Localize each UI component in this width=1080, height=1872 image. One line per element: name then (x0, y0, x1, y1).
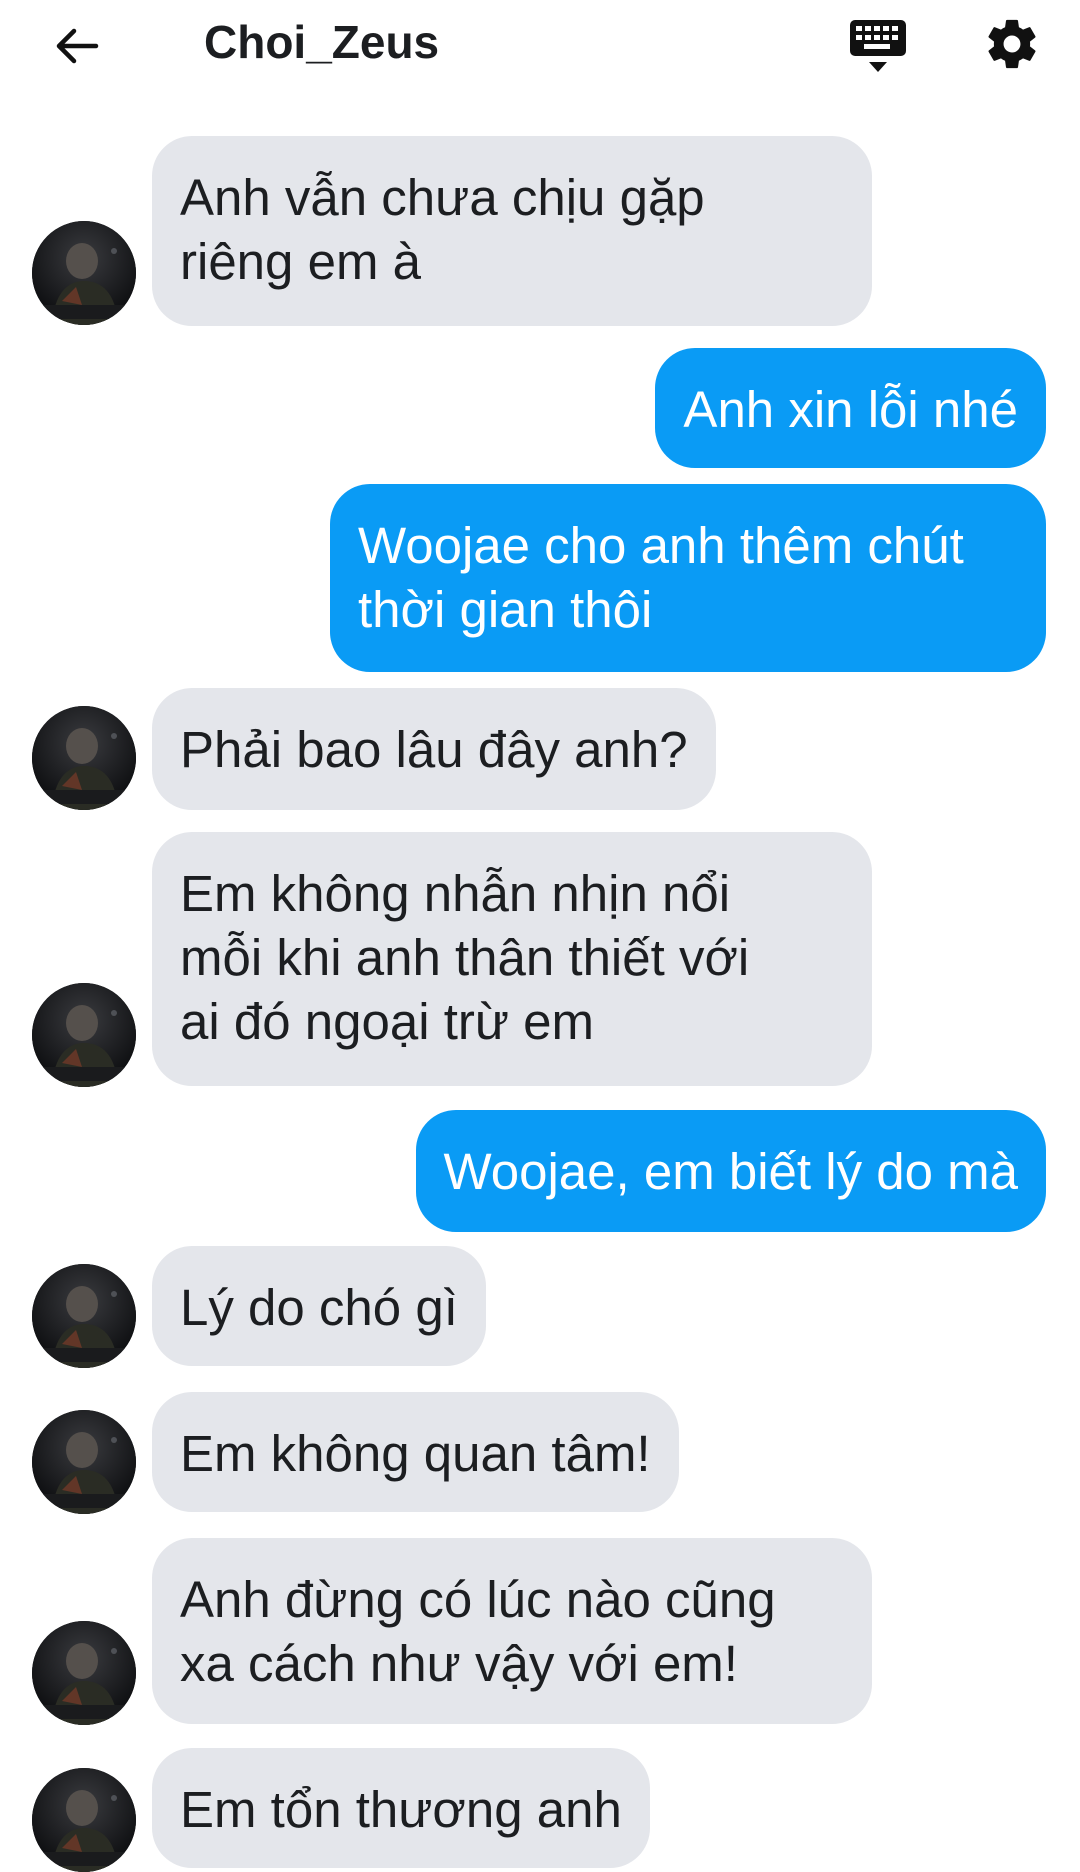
message-bubble-incoming: Em không quan tâm! (152, 1392, 679, 1512)
avatar-image (32, 706, 136, 810)
avatar-image (32, 1768, 136, 1872)
keyboard-button[interactable] (846, 14, 910, 78)
message-bubble-incoming: Em không nhẫn nhịn nổi mỗi khi anh thân … (152, 832, 872, 1086)
message-bubble-outgoing: Woojae cho anh thêm chút thời gian thôi (330, 484, 1046, 672)
avatar-image (32, 1621, 136, 1725)
chat-header: Choi_Zeus (0, 0, 1080, 90)
message-bubble-outgoing: Anh xin lỗi nhé (655, 348, 1046, 468)
avatar-image (32, 1264, 136, 1368)
message-bubble-incoming: Phải bao lâu đây anh? (152, 688, 716, 810)
arrow-left-icon (56, 28, 99, 64)
avatar[interactable] (32, 221, 136, 325)
avatar-image (32, 221, 136, 325)
message-bubble-incoming: Anh đừng có lúc nào cũng xa cách như vậy… (152, 1538, 872, 1724)
avatar[interactable] (32, 1410, 136, 1514)
back-button[interactable] (44, 14, 108, 78)
keyboard-icon (850, 20, 906, 72)
message-bubble-incoming: Em tổn thương anh (152, 1748, 650, 1868)
avatar-image (32, 983, 136, 1087)
gear-icon (988, 19, 1036, 69)
message-bubble-outgoing: Woojae, em biết lý do mà (415, 1110, 1046, 1232)
message-bubble-incoming: Anh vẫn chưa chịu gặp riêng em à (152, 136, 872, 326)
avatar[interactable] (32, 983, 136, 1087)
avatar[interactable] (32, 1264, 136, 1368)
conversation-title: Choi_Zeus (204, 16, 440, 68)
avatar-image (32, 1410, 136, 1514)
avatar[interactable] (32, 1768, 136, 1872)
message-bubble-incoming: Lý do chó gì (152, 1246, 486, 1366)
avatar[interactable] (32, 1621, 136, 1725)
settings-button[interactable] (980, 12, 1044, 76)
avatar[interactable] (32, 706, 136, 810)
